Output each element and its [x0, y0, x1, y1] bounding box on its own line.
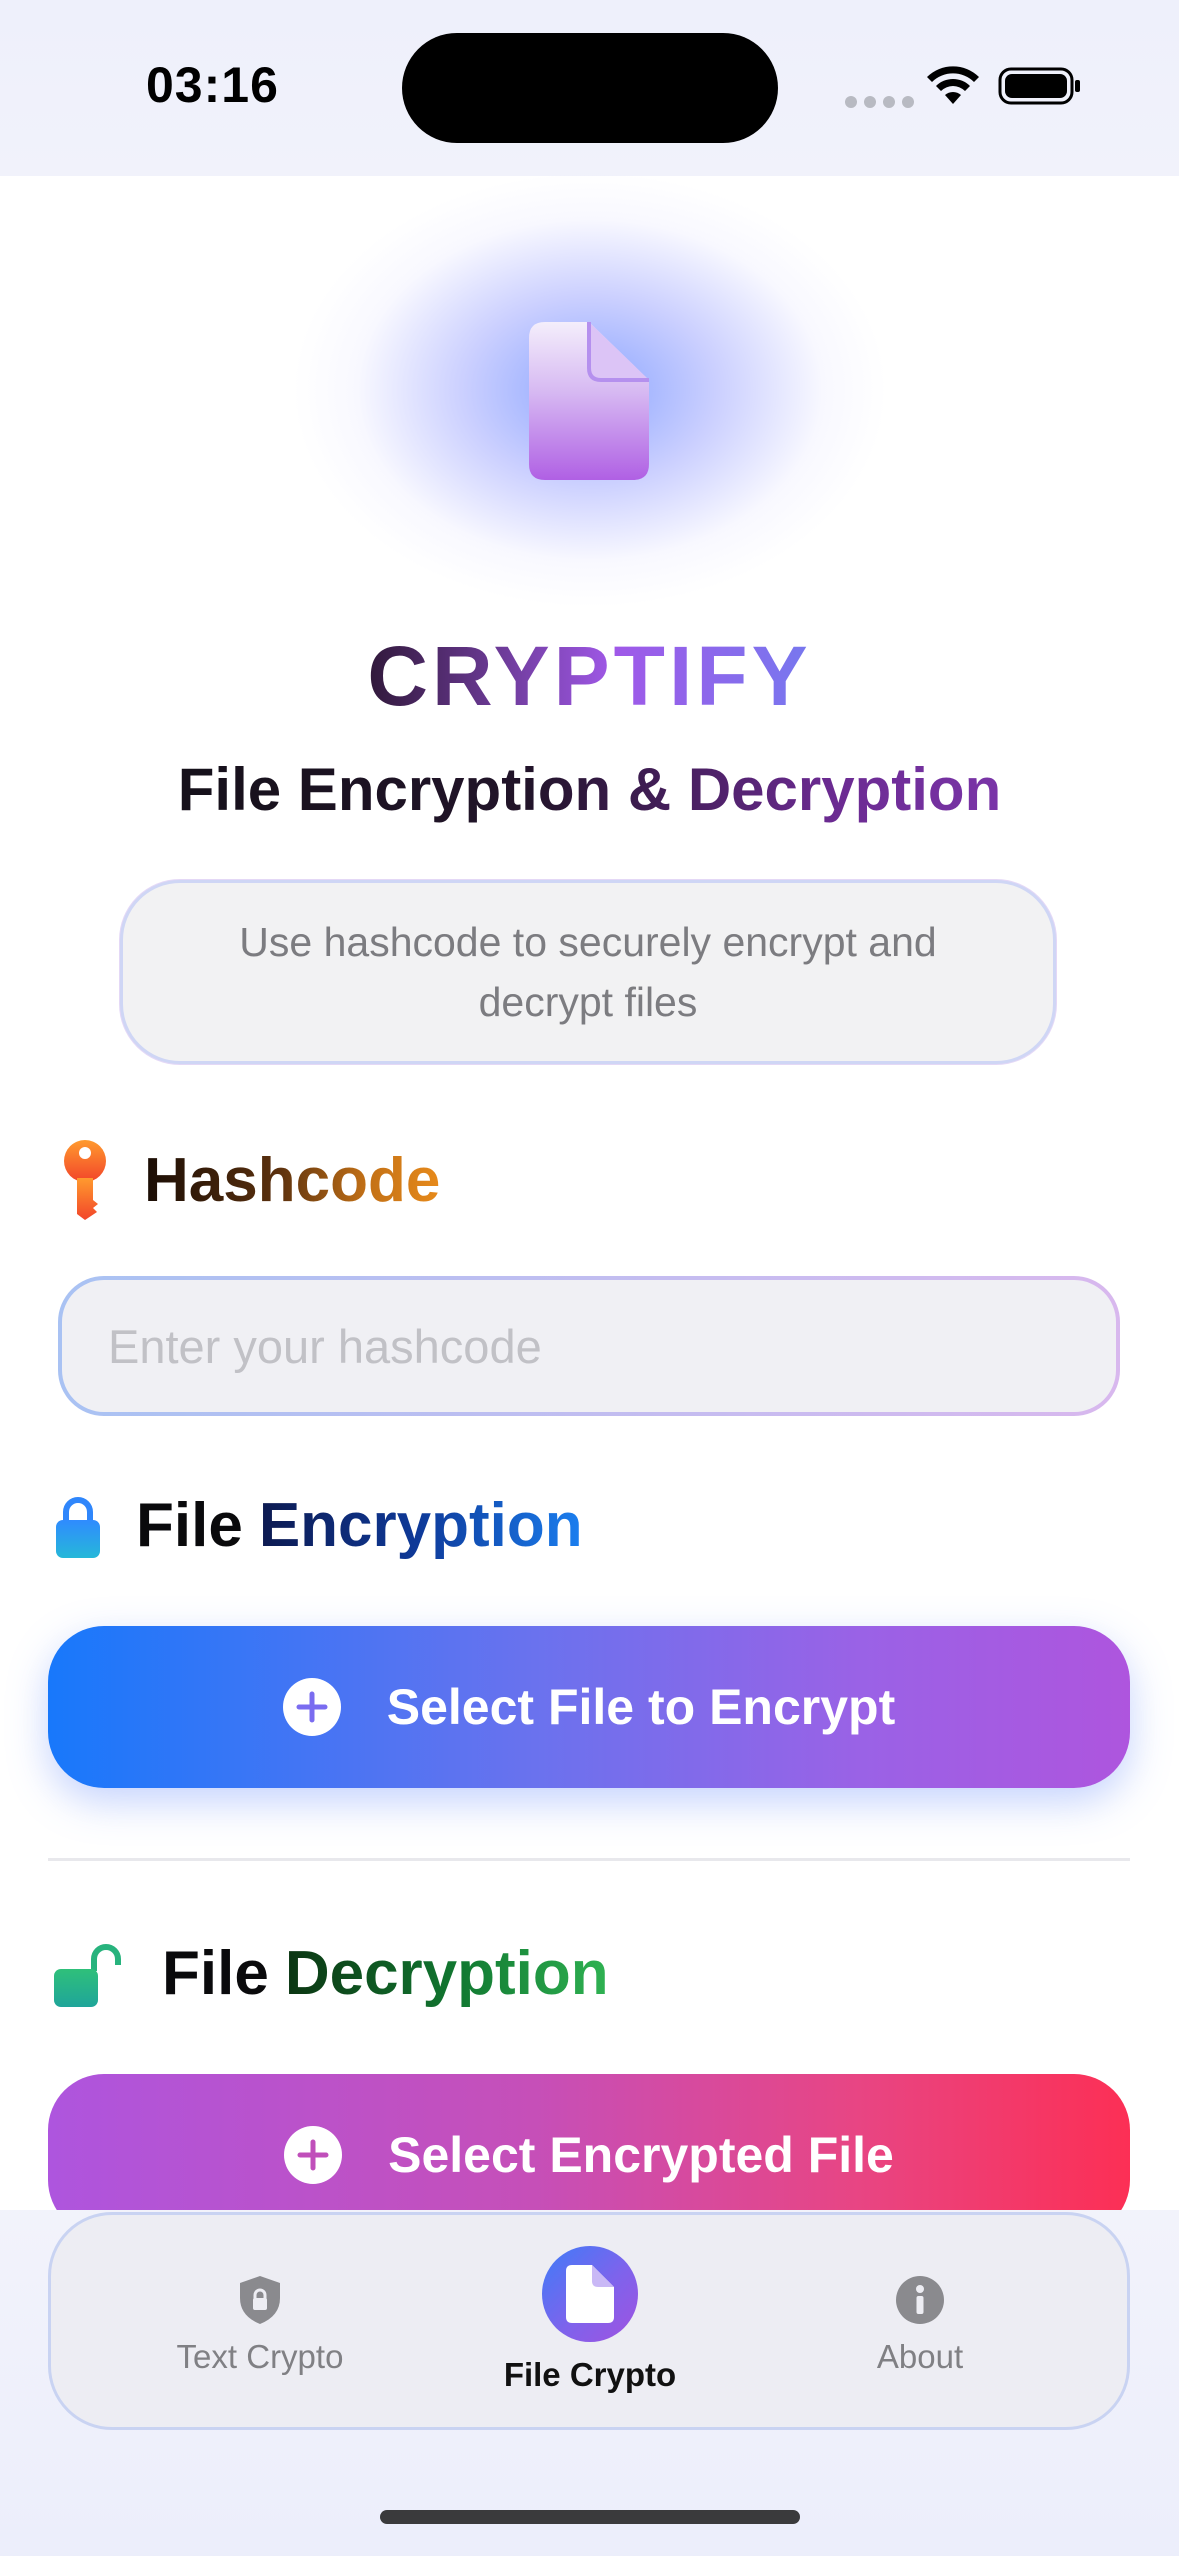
tab-label: File Crypto: [503, 2356, 677, 2393]
encrypt-button-label: Select File to Encrypt: [386, 1679, 896, 1735]
tab-file-crypto[interactable]: File Crypto: [470, 2246, 710, 2394]
select-file-to-encrypt-button[interactable]: Select File to Encrypt: [48, 1626, 1130, 1788]
active-tab-indicator: [542, 2246, 638, 2342]
shield-icon: [240, 2276, 280, 2324]
status-time: 03:16: [146, 57, 279, 113]
lock-closed-icon: [56, 1496, 100, 1558]
tab-about[interactable]: About: [830, 2274, 1010, 2376]
decryption-label-file: File: [162, 1939, 269, 2008]
home-indicator[interactable]: [380, 2510, 800, 2524]
dynamic-island: [402, 33, 778, 143]
document-icon: [529, 322, 649, 480]
wifi-icon: [927, 66, 979, 104]
file-encryption-heading: File Encryption: [54, 1490, 583, 1561]
page-subtitle: File Encryption & Decryption: [0, 755, 1179, 824]
encryption-label-file: File: [136, 1491, 243, 1560]
hashcode-label: Hashcode: [144, 1145, 441, 1215]
tab-label: Text Crypto: [176, 2338, 344, 2375]
battery-icon: [998, 67, 1080, 105]
lock-open-icon: [54, 1943, 121, 2007]
description-box: Use hashcode to securely encrypt and dec…: [120, 880, 1056, 1064]
hashcode-heading: Hashcode: [62, 1140, 440, 1220]
decryption-label-word: Decryption: [284, 1939, 609, 2008]
decrypt-button-label: Select Encrypted File: [388, 2127, 894, 2183]
document-icon: [566, 2265, 614, 2323]
encryption-label-word: Encryption: [258, 1491, 583, 1560]
app-title: CRYPTIFY: [0, 628, 1179, 725]
key-icon: [64, 1140, 106, 1220]
section-divider: [48, 1858, 1130, 1861]
plus-circle-icon: [282, 1678, 341, 1736]
cellular-signal-icon: [845, 96, 914, 108]
description-text: Use hashcode to securely encrypt and dec…: [239, 919, 937, 1025]
file-decryption-heading: File Decryption: [54, 1938, 609, 2009]
tab-label: About: [876, 2338, 964, 2375]
plus-circle-icon: [284, 2126, 343, 2184]
status-bar: 03:16: [0, 0, 1179, 176]
info-icon: [896, 2276, 944, 2324]
hashcode-input[interactable]: [58, 1276, 1120, 1416]
tab-text-crypto[interactable]: Text Crypto: [155, 2274, 365, 2376]
